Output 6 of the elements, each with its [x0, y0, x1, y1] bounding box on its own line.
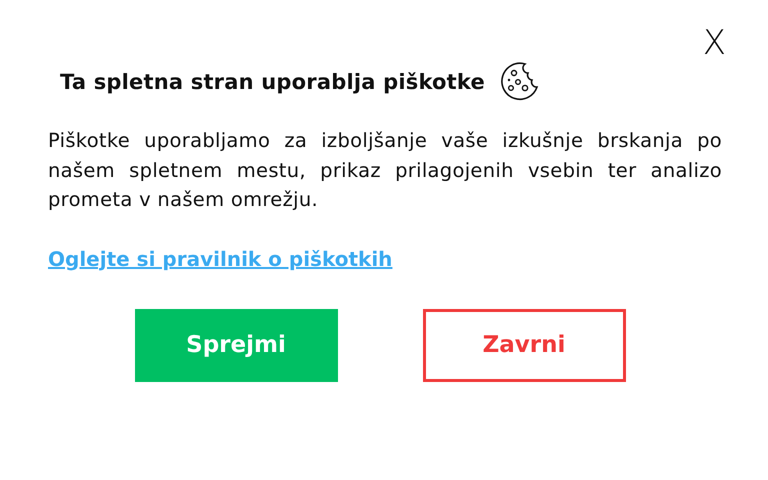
- policy-link[interactable]: Oglejte si pravilnik o piškotkih: [48, 246, 392, 270]
- reject-button[interactable]: Zavrni: [422, 308, 626, 382]
- accept-button[interactable]: Sprejmi: [134, 308, 338, 382]
- dialog-title: Ta spletna stran uporablja piškotke: [60, 70, 485, 94]
- description-text: Piškotke uporabljamo za izboljšanje vaše izkušnje brskanja po našem spletnem mestu, prikaz prilagojenih vsebin ter analizo prometa v našem omrežju.: [48, 128, 722, 213]
- close-button[interactable]: X: [702, 26, 726, 60]
